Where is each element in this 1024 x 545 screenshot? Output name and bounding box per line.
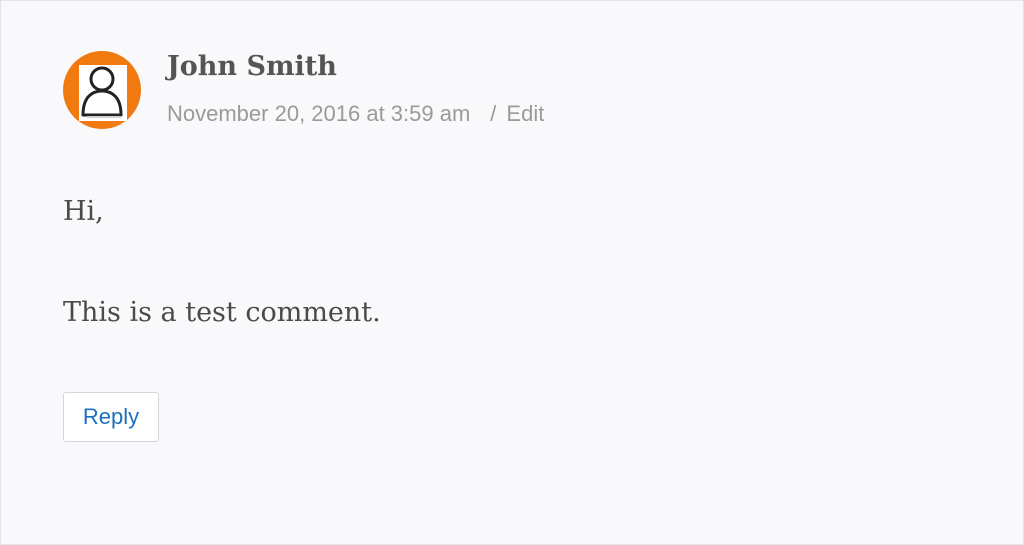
reply-button[interactable]: Reply [63, 392, 159, 442]
comment-date-link[interactable]: November 20, 2016 at 3:59 am [167, 101, 470, 126]
user-avatar-icon [63, 51, 141, 129]
comment-meta: November 20, 2016 at 3:59 am / Edit [167, 101, 544, 127]
comment-paragraph: Hi, [63, 196, 104, 227]
comment-card: John Smith November 20, 2016 at 3:59 am /… [0, 0, 1024, 545]
comment-paragraph: This is a test comment. [63, 297, 381, 328]
meta-separator: / [490, 101, 497, 126]
edit-link[interactable]: Edit [506, 101, 544, 126]
comment-author: John Smith [167, 51, 337, 82]
